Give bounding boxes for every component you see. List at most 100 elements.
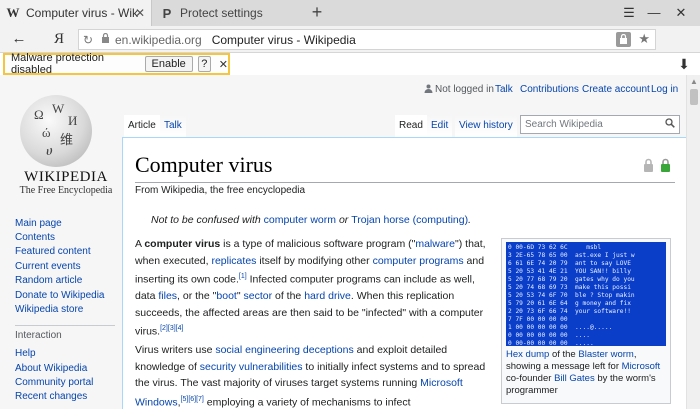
talk-link[interactable]: Talk [495,84,513,95]
sidebar-item-main-page[interactable]: Main page [15,218,62,229]
sidebar-item-store[interactable]: Wikipedia store [15,304,83,315]
enable-protection-button[interactable]: Enable [144,56,193,72]
link-social-engineering[interactable]: social engineering [215,344,300,356]
text: employing a variety of mechanisms to inf… [203,396,411,408]
new-tab-button[interactable]: + [306,2,328,24]
wikipedia-favicon-icon: W [6,5,20,20]
user-icon [424,84,433,96]
text: A [135,238,145,250]
sidebar-divider [15,325,115,326]
close-window-icon[interactable]: ✕ [670,3,692,23]
wikipedia-globe-logo[interactable]: Ω W И ώ 维 ሀ [20,95,92,167]
link-deceptions[interactable]: deceptions [303,344,354,356]
link-hard-drive[interactable]: hard drive [304,290,351,302]
url-domain: en.wikipedia.org [115,32,202,47]
tab-bar: W Computer virus - Wikipedia ✕ P Protect… [0,0,700,26]
pending-changes-lock-icon[interactable] [660,158,671,175]
not-logged-in-text: Not logged in [435,84,494,95]
contributions-link[interactable]: Contributions [520,84,579,95]
sidebar-item-random-article[interactable]: Random article [15,275,82,286]
tab-title: Protect settings [180,6,263,20]
link-computer-worm[interactable]: computer worm [264,214,336,226]
lock-icon [97,32,113,46]
tab-title: Computer virus - Wikipedia [26,6,138,20]
link-trojan-horse[interactable]: Trojan horse (computing) [351,214,468,226]
sidebar-item-featured-content[interactable]: Featured content [15,246,91,257]
sidebar-item-donate[interactable]: Donate to Wikipedia [15,290,105,301]
create-account-link[interactable]: Create account [582,84,650,95]
site-subtitle: From Wikipedia, the free encyclopedia [135,185,306,196]
text: , or the " [177,290,217,302]
link-security-vulnerabilities[interactable]: security vulnerabilities [200,361,303,373]
sidebar-item-contents[interactable]: Contents [15,232,55,243]
text: co-founder [506,373,555,384]
back-button[interactable]: ← [8,29,30,49]
sidebar-item-help[interactable]: Help [15,348,36,359]
link-files[interactable]: files [158,290,177,302]
address-bar[interactable]: ↻ en.wikipedia.org Computer virus - Wiki… [78,29,656,50]
link-boot[interactable]: boot [216,290,236,302]
scroll-up-icon[interactable]: ▲ [690,77,698,86]
semi-protected-lock-icon[interactable] [643,158,654,175]
link-sector[interactable]: sector [243,290,272,302]
tab-read[interactable]: Read [395,115,427,137]
tab-protect-settings[interactable]: P Protect settings [152,0,302,26]
help-button[interactable]: ? [197,56,211,72]
search-input[interactable]: Search Wikipedia [520,115,680,134]
sidebar-item-recent-changes[interactable]: Recent changes [15,391,87,402]
reload-icon[interactable]: ↻ [79,33,97,47]
link-computer-programs[interactable]: computer programs [373,255,464,267]
title-divider [135,182,675,183]
text: is a type of malicious software program … [220,238,416,250]
link-malware[interactable]: malware [415,238,455,250]
text: of the [272,290,305,302]
tab-edit[interactable]: Edit [427,115,453,137]
search-icon[interactable] [665,117,675,134]
blaster-hexdump-image[interactable]: 0 00-6D 73 62 6C msbl 3 2E-65 78 65 00 a… [506,242,666,346]
sidebar-item-community-portal[interactable]: Community portal [15,377,93,388]
hatnote: Not to be confused with computer worm or… [151,214,471,226]
text: of the [549,349,579,360]
sidebar-item-current-events[interactable]: Current events [15,261,81,272]
menu-icon[interactable]: ☰ [618,3,640,23]
paragraph-1: A computer virus is a type of malicious … [135,236,493,340]
link-bill-gates[interactable]: Bill Gates [554,373,595,384]
link-blaster-worm[interactable]: Blaster worm [578,349,633,360]
text: itself by modifying other [256,254,373,267]
url-page-title: Computer virus - Wikipedia [211,32,356,47]
link-hex-dump[interactable]: Hex dump [506,349,549,360]
download-icon[interactable]: ⬇ [676,56,692,73]
tab-view-history[interactable]: View history [455,115,517,137]
protect-favicon-icon: P [162,5,172,21]
yandex-button[interactable]: Я [48,29,70,49]
sidebar-heading-interaction: Interaction [15,330,62,341]
text: Virus writers use [135,344,216,356]
scrollbar-thumb[interactable] [690,89,698,105]
wikipedia-wordmark[interactable]: WIKIPEDIA [16,169,116,186]
dismiss-warning-icon[interactable]: ✕ [219,58,228,71]
citation[interactable]: [5][6][7] [181,396,204,403]
close-tab-icon[interactable]: ✕ [135,6,145,20]
hatnote-text: or [338,214,349,226]
link-microsoft[interactable]: Microsoft [622,361,661,372]
hatnote-text: . [468,214,472,226]
citation[interactable]: [2][3][4] [160,325,183,332]
malware-warning-text: Malware protection disabled [11,52,104,76]
log-in-link[interactable]: Log in [651,84,678,95]
tab-talk[interactable]: Talk [160,115,186,137]
paragraph-2: Virus writers use social engineering dec… [135,342,493,409]
protect-extension-icon[interactable] [616,32,631,47]
citation[interactable]: [1] [239,273,247,280]
navigation-bar: ← Я ↻ en.wikipedia.org Computer virus - … [0,26,700,72]
hatnote-text: Not to be confused with [151,214,261,226]
bookmark-star-icon[interactable]: ★ [638,31,650,47]
sidebar-item-about[interactable]: About Wikipedia [15,363,87,374]
page-scrollbar[interactable]: ▲ [686,75,700,409]
minimize-icon[interactable]: — [643,3,665,23]
malware-warning-bar: Malware protection disabled Enable ? ✕ [3,52,230,76]
tab-computer-virus[interactable]: W Computer virus - Wikipedia ✕ [0,0,152,26]
page-title: Computer virus [135,152,273,177]
tab-article[interactable]: Article [124,115,160,137]
link-replicates[interactable]: replicates [211,255,256,267]
wikipedia-page: Ω W И ώ 维 ሀ WIKIPEDIA The Free Encyclope… [0,75,686,409]
